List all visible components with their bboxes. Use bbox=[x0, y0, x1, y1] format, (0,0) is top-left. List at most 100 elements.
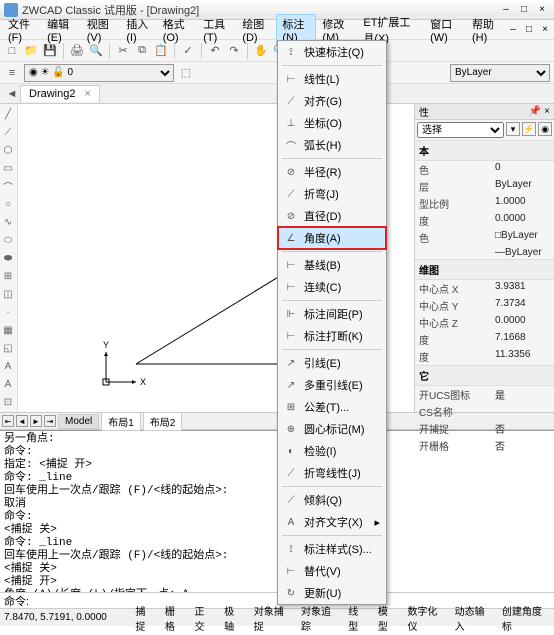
prop-row[interactable]: 度11.3356 bbox=[415, 348, 554, 365]
polygon-icon[interactable]: ⬡ bbox=[0, 142, 16, 158]
prop-row[interactable]: 开栅格否 bbox=[415, 437, 554, 454]
sb-ortho[interactable]: 正交 bbox=[191, 601, 217, 635]
mb-next-icon[interactable]: ► bbox=[30, 415, 42, 427]
menu-item[interactable]: ⌒弧长(H) bbox=[278, 134, 386, 156]
menu-item[interactable]: ↗多重引线(E) bbox=[278, 374, 386, 396]
pan-icon[interactable]: ✋ bbox=[253, 43, 269, 59]
open-icon[interactable]: 📁 bbox=[23, 43, 39, 59]
sb-dyn[interactable]: 动态输入 bbox=[451, 601, 494, 635]
prop-quick-icon[interactable]: ⚡ bbox=[522, 122, 536, 136]
sb-tablet[interactable]: 数字化仪 bbox=[403, 601, 446, 635]
prop-pick-icon[interactable]: ◉ bbox=[538, 122, 552, 136]
save-icon[interactable]: 💾 bbox=[42, 43, 58, 59]
text-icon[interactable]: A bbox=[0, 358, 16, 374]
menu-item[interactable]: ⟋对齐(G) bbox=[278, 90, 386, 112]
menu-item[interactable]: ⊞公差(T)... bbox=[278, 396, 386, 418]
menu-item[interactable]: ⟟快速标注(Q) bbox=[278, 41, 386, 63]
spline-icon[interactable]: ∿ bbox=[0, 214, 16, 230]
menu-item[interactable]: ⊢基线(B) bbox=[278, 254, 386, 276]
match-icon[interactable]: ✓ bbox=[180, 43, 196, 59]
menu-item[interactable]: ⊢线性(L) bbox=[278, 68, 386, 90]
point-icon[interactable]: · bbox=[0, 304, 16, 320]
close-button[interactable]: × bbox=[534, 3, 550, 17]
sb-model[interactable]: 模型 bbox=[374, 601, 400, 635]
menu-item[interactable]: ⊢替代(V) bbox=[278, 560, 386, 582]
insert-icon[interactable]: ⊞ bbox=[0, 268, 16, 284]
circle-icon[interactable]: ○ bbox=[0, 196, 16, 212]
sb-lw[interactable]: 线型 bbox=[344, 601, 370, 635]
line-icon[interactable]: ╱ bbox=[0, 106, 16, 122]
prop-row[interactable]: CS名称 bbox=[415, 403, 554, 420]
new-icon[interactable]: □ bbox=[4, 43, 20, 59]
menu-item[interactable]: ⊘半径(R) bbox=[278, 161, 386, 183]
mi-insert[interactable]: 插入(I) bbox=[120, 14, 156, 46]
menu-item[interactable]: ⊥坐标(O) bbox=[278, 112, 386, 134]
linetype-select[interactable]: ByLayer bbox=[450, 64, 550, 82]
mb-prev-icon[interactable]: ◄ bbox=[16, 415, 28, 427]
cut-icon[interactable]: ✂ bbox=[115, 43, 131, 59]
ellipse-icon[interactable]: ⬭ bbox=[0, 232, 16, 248]
doctab[interactable]: Drawing2 × bbox=[20, 85, 100, 102]
rect-icon[interactable]: ▭ bbox=[0, 160, 16, 176]
mi-draw[interactable]: 绘图(D) bbox=[236, 14, 276, 46]
tab-prev-icon[interactable]: ◄ bbox=[4, 86, 20, 102]
menu-item[interactable]: ⟟标注样式(S)... bbox=[278, 538, 386, 560]
hatch-icon[interactable]: ▦ bbox=[0, 322, 16, 338]
mi-view[interactable]: 视图(V) bbox=[81, 14, 121, 46]
menu-item[interactable]: ⊢标注打断(K) bbox=[278, 325, 386, 347]
prop-row[interactable]: 度0.0000 bbox=[415, 212, 554, 229]
menu-item[interactable]: ⊘直径(D) bbox=[278, 205, 386, 227]
sb-snap[interactable]: 捕捉 bbox=[131, 601, 157, 635]
mi-file[interactable]: 文件(F) bbox=[2, 14, 41, 46]
menu-item[interactable]: ⟋折弯(J) bbox=[278, 183, 386, 205]
menu-item[interactable]: ⊕圆心标记(M) bbox=[278, 418, 386, 440]
layer-tool-icon[interactable]: ⬚ bbox=[178, 65, 194, 81]
tab-model[interactable]: Model bbox=[58, 414, 99, 429]
layer-icon[interactable]: ≡ bbox=[4, 65, 20, 81]
tab-layout1[interactable]: 布局1 bbox=[101, 412, 141, 431]
copy-icon[interactable]: ⧉ bbox=[134, 43, 150, 59]
undo-icon[interactable]: ↶ bbox=[207, 43, 223, 59]
tab-layout2[interactable]: 布局2 bbox=[143, 412, 183, 431]
sb-otrack[interactable]: 对象追踪 bbox=[297, 601, 340, 635]
mi-edit[interactable]: 编辑(E) bbox=[41, 14, 81, 46]
prop-select[interactable]: 选择 bbox=[417, 122, 504, 138]
menu-item[interactable]: A对齐文字(X)▸ bbox=[278, 511, 386, 533]
mb-first-icon[interactable]: ⇤ bbox=[2, 415, 14, 427]
prop-row[interactable]: 中心点 Z0.0000 bbox=[415, 314, 554, 331]
child-maximize-button[interactable]: □ bbox=[522, 23, 536, 37]
child-close-button[interactable]: × bbox=[538, 23, 552, 37]
prop-row[interactable]: 型比例1.0000 bbox=[415, 195, 554, 212]
polyline-icon[interactable]: ⟋ bbox=[0, 124, 16, 140]
mi-window[interactable]: 窗口(W) bbox=[424, 14, 466, 46]
preview-icon[interactable]: 🔍 bbox=[88, 43, 104, 59]
sb-grid[interactable]: 栅格 bbox=[161, 601, 187, 635]
ellipsearc-icon[interactable]: ⬬ bbox=[0, 250, 16, 266]
menu-item[interactable]: ∠角度(A) bbox=[278, 227, 386, 249]
mi-format[interactable]: 格式(O) bbox=[157, 14, 198, 46]
prop-row[interactable]: 度7.1668 bbox=[415, 331, 554, 348]
paste-icon[interactable]: 📋 bbox=[153, 43, 169, 59]
print-icon[interactable]: 🖨 bbox=[69, 43, 85, 59]
child-minimize-button[interactable]: – bbox=[506, 23, 520, 37]
menu-item[interactable]: ◐检验(I) bbox=[278, 440, 386, 462]
sb-dimang[interactable]: 创建角度标 bbox=[498, 601, 550, 635]
layer-select[interactable]: ◉ ☀ 🔓 0 bbox=[24, 64, 174, 82]
sb-osnap[interactable]: 对象捕捉 bbox=[250, 601, 293, 635]
block-icon[interactable]: ◫ bbox=[0, 286, 16, 302]
prop-row[interactable]: 色□ByLayer bbox=[415, 229, 554, 246]
menu-item[interactable]: ↻更新(U) bbox=[278, 582, 386, 604]
prop-pin-icon[interactable]: 📌 × bbox=[529, 106, 550, 117]
mi-help[interactable]: 帮助(H) bbox=[466, 14, 506, 46]
prop-row[interactable]: —ByLayer bbox=[415, 246, 554, 259]
prop-row[interactable]: 色0 bbox=[415, 161, 554, 178]
mtext-icon[interactable]: A bbox=[0, 376, 16, 392]
menu-item[interactable]: ↗引线(E) bbox=[278, 352, 386, 374]
redo-icon[interactable]: ↷ bbox=[226, 43, 242, 59]
prop-row[interactable]: 开UCS图标是 bbox=[415, 386, 554, 403]
sb-polar[interactable]: 极轴 bbox=[220, 601, 246, 635]
region-icon[interactable]: ◱ bbox=[0, 340, 16, 356]
prop-row[interactable]: 中心点 X3.9381 bbox=[415, 280, 554, 297]
tool-icon[interactable]: ⊡ bbox=[0, 394, 16, 410]
prop-row[interactable]: 开捕捉否 bbox=[415, 420, 554, 437]
